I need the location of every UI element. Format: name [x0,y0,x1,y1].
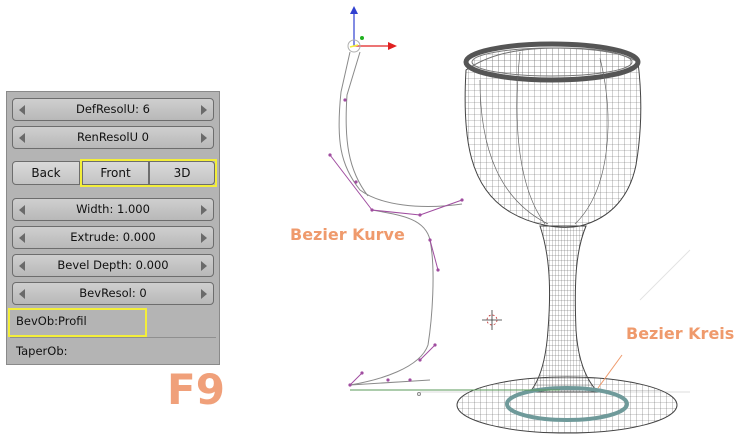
back-button[interactable]: Back [12,161,80,185]
bezier-circle-label: Bezier Kreis [626,324,735,343]
def-resol-u-label: DefResolU: 6 [75,102,150,116]
front-3d-highlight [80,159,217,187]
ren-resol-u-label: RenResolU 0 [77,130,149,144]
decrement-arrow-icon[interactable] [19,289,25,299]
def-resol-u-field[interactable]: DefResolU: 6 [12,98,214,121]
increment-arrow-icon[interactable] [201,133,207,143]
bev-resol-label: BevResol: 0 [79,286,147,300]
wine-glass-mesh [456,41,678,434]
curve-properties-panel: DefResolU: 6 RenResolU 0 Back Front 3D W… [6,91,220,365]
increment-arrow-icon[interactable] [201,205,207,215]
increment-arrow-icon[interactable] [201,233,207,243]
divider [10,337,216,338]
bevel-depth-field[interactable]: Bevel Depth: 0.000 [12,254,214,277]
bev-ob-highlight [8,308,147,337]
bevel-depth-label: Bevel Depth: 0.000 [57,258,169,272]
width-field[interactable]: Width: 1.000 [12,198,214,221]
decrement-arrow-icon[interactable] [19,233,25,243]
bev-resol-field[interactable]: BevResol: 0 [12,282,214,305]
increment-arrow-icon[interactable] [201,261,207,271]
ren-resol-u-field[interactable]: RenResolU 0 [12,126,214,149]
3d-cursor-icon[interactable] [482,310,502,330]
extrude-label: Extrude: 0.000 [70,230,156,244]
decrement-arrow-icon[interactable] [19,205,25,215]
bezier-curve-label: Bezier Kurve [290,225,405,244]
decrement-arrow-icon[interactable] [19,105,25,115]
width-label: Width: 1.000 [76,202,150,216]
decrement-arrow-icon[interactable] [19,261,25,271]
taper-ob-field[interactable]: TaperOb: [10,340,214,364]
decrement-arrow-icon[interactable] [19,133,25,143]
axis-gizmo-icon[interactable] [347,6,397,53]
extrude-field[interactable]: Extrude: 0.000 [12,226,214,249]
increment-arrow-icon[interactable] [201,289,207,299]
increment-arrow-icon[interactable] [201,105,207,115]
hotkey-label: F9 [167,365,225,414]
